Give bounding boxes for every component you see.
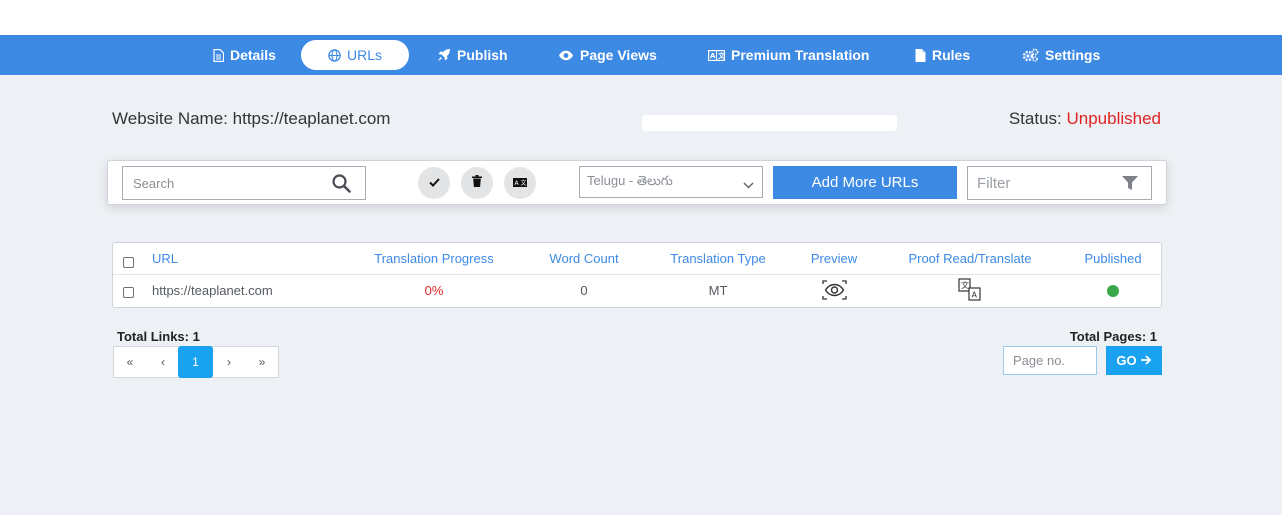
check-icon — [428, 174, 440, 192]
delete-button[interactable] — [461, 167, 493, 199]
header-translation-type[interactable]: Translation Type — [670, 251, 765, 266]
row-url[interactable]: https://teaplanet.com — [152, 283, 273, 298]
tab-label: Rules — [932, 47, 971, 63]
file-icon — [915, 48, 926, 62]
tab-premium-translation[interactable]: A文 Premium Translation — [708, 40, 869, 70]
tab-details[interactable]: Details — [213, 40, 276, 70]
language-select[interactable]: Telugu - తెలుగు — [579, 166, 763, 198]
tab-label: Settings — [1045, 47, 1101, 63]
page-number-box — [1003, 346, 1097, 375]
total-pages: Total Pages: 1 — [1069, 329, 1157, 344]
tab-settings[interactable]: Settings — [1022, 40, 1100, 70]
published-status-dot — [1107, 285, 1119, 297]
first-page-button[interactable]: « — [114, 347, 146, 377]
website-name-label: Website Name: — [112, 109, 228, 128]
filter-icon[interactable] — [1122, 176, 1138, 196]
tab-label: Page Views — [580, 47, 657, 63]
next-page-button[interactable]: › — [213, 347, 245, 377]
search-icon[interactable] — [332, 174, 351, 198]
go-label: GO — [1116, 353, 1137, 368]
row-translation-type: MT — [708, 283, 728, 298]
tab-label: Premium Translation — [731, 47, 870, 63]
svg-text:A: A — [710, 52, 716, 60]
add-more-urls-button[interactable]: Add More URLs — [773, 166, 957, 199]
tab-publish[interactable]: Publish — [437, 40, 508, 70]
tab-rules[interactable]: Rules — [915, 40, 970, 70]
go-button[interactable]: GO — [1106, 346, 1162, 375]
main-content: Website Name: https://teaplanet.com Stat… — [0, 75, 1282, 515]
row-checkbox[interactable] — [123, 287, 134, 298]
status-value: Unpublished — [1066, 109, 1161, 128]
document-icon — [213, 48, 224, 62]
total-links: Total Links: 1 — [117, 329, 200, 344]
tab-label: URLs — [346, 47, 382, 63]
header-proof-read: Proof Read/Translate — [908, 251, 1032, 266]
blank-banner — [642, 115, 897, 131]
row-word-count: 0 — [580, 283, 588, 298]
header-published[interactable]: Published — [1084, 251, 1141, 266]
translate-icon: A文 — [708, 49, 725, 61]
rocket-icon — [437, 48, 451, 62]
url-toolbar: A文 Telugu - తెలుగు Add More URLs — [107, 160, 1167, 205]
status-label: Status: — [1008, 109, 1062, 128]
svg-text:A: A — [972, 291, 978, 300]
globe-icon — [328, 48, 341, 62]
header-url[interactable]: URL — [152, 251, 178, 266]
tab-urls[interactable]: URLs — [301, 40, 409, 70]
urls-table: URL Translation Progress Word Count Tran… — [112, 242, 1162, 308]
table-header: URL Translation Progress Word Count Tran… — [113, 243, 1161, 275]
page-number-input[interactable] — [1004, 347, 1096, 374]
site-status: Status: Unpublished — [1009, 109, 1161, 129]
header-word-count[interactable]: Word Count — [549, 251, 618, 266]
select-all-checkbox[interactable] — [123, 257, 134, 268]
tab-page-views[interactable]: Page Views — [558, 40, 657, 70]
approve-button[interactable] — [418, 167, 450, 199]
website-name: Website Name: https://teaplanet.com — [112, 109, 390, 129]
search-box — [122, 166, 366, 200]
filter-input[interactable] — [968, 167, 1108, 199]
gears-icon — [1022, 48, 1039, 62]
trash-icon — [472, 174, 482, 192]
eye-icon — [558, 50, 574, 61]
search-input[interactable] — [123, 167, 323, 199]
filter-box — [967, 166, 1152, 200]
tab-label: Publish — [457, 47, 508, 63]
last-page-button[interactable]: » — [246, 347, 278, 377]
row-translation-progress: 0% — [424, 283, 444, 298]
proof-read-translate-icon[interactable]: 文A — [958, 278, 982, 307]
tab-label: Details — [230, 47, 276, 63]
current-page-button[interactable]: 1 — [178, 346, 213, 378]
svg-text:文: 文 — [718, 51, 725, 60]
header-preview: Preview — [810, 251, 858, 266]
translate-button[interactable]: A文 — [504, 167, 536, 199]
svg-text:文: 文 — [961, 280, 969, 290]
arrow-right-icon — [1140, 353, 1152, 368]
chevron-down-icon — [743, 177, 754, 192]
prev-page-button[interactable]: ‹ — [147, 347, 179, 377]
svg-text:文: 文 — [521, 179, 527, 187]
translate-icon: A文 — [513, 174, 527, 192]
pagination: « ‹ 1 › » — [113, 346, 279, 378]
top-nav-bar: Details URLs Publish Page Views A文 Premi… — [0, 35, 1282, 75]
preview-eye-icon[interactable] — [822, 280, 847, 305]
language-select-value: Telugu - తెలుగు — [587, 172, 673, 188]
header-translation-progress[interactable]: Translation Progress — [374, 251, 493, 266]
website-name-value: https://teaplanet.com — [232, 109, 391, 128]
